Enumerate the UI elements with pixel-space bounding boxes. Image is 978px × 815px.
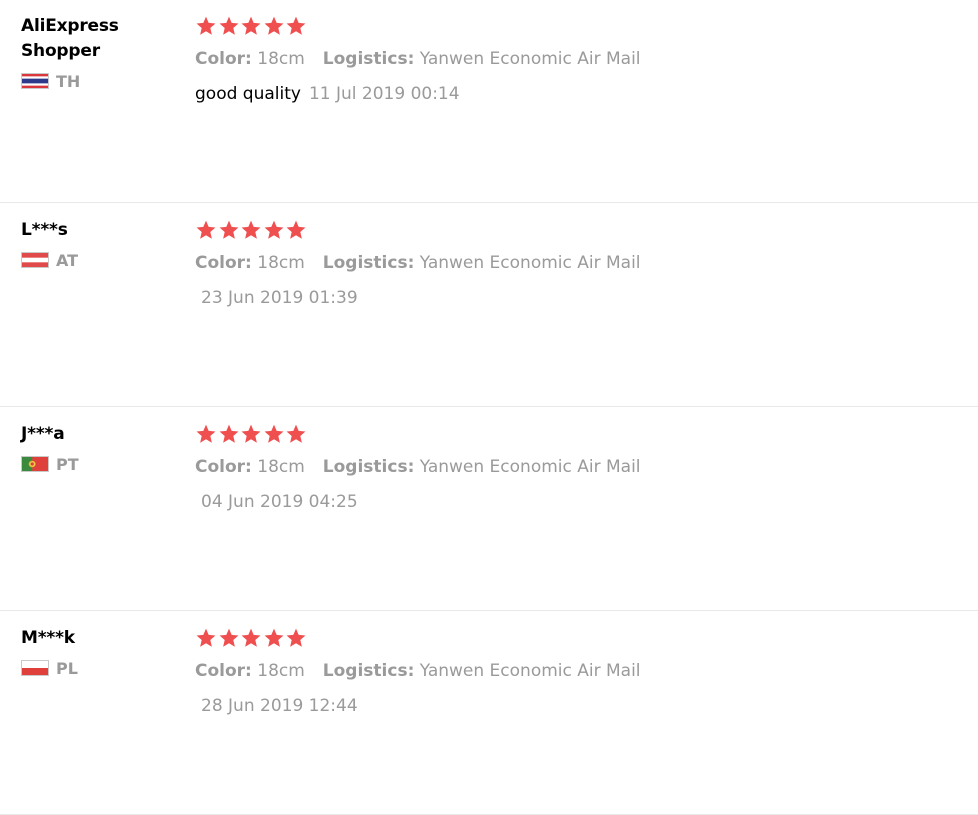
review-content: Color: 18cm Logistics: Yanwen Economic Ai… xyxy=(195,422,641,513)
reviewer-name: AliExpress Shopper xyxy=(21,14,181,64)
reviewer-info: M***k PL xyxy=(21,626,181,681)
review-item: J***a PT Color: 18cm Logistics: Yanwen Ec… xyxy=(0,408,978,611)
reviewer-name-line: L***s xyxy=(21,220,68,240)
star-icon xyxy=(219,16,238,35)
logistics-label: Logistics: xyxy=(322,457,415,477)
review-feedback: good quality 11 Jul 2019 00:14 xyxy=(195,83,641,105)
star-rating xyxy=(195,626,641,650)
review-attributes: Color: 18cm Logistics: Yanwen Economic Ai… xyxy=(195,252,641,274)
star-rating xyxy=(195,14,641,38)
logistics-label: Logistics: xyxy=(322,253,415,273)
star-icon xyxy=(241,424,261,443)
review-attributes: Color: 18cm Logistics: Yanwen Economic Ai… xyxy=(195,48,641,70)
star-icon xyxy=(219,424,238,443)
reviewer-country: PT xyxy=(21,451,181,477)
review-text: good quality xyxy=(195,84,301,104)
star-icon xyxy=(241,220,261,239)
star-icon xyxy=(264,220,283,239)
reviewer-name-line: M***k xyxy=(21,628,75,648)
review-divider xyxy=(0,406,978,407)
star-icon xyxy=(264,424,283,443)
color-label: Color: xyxy=(195,253,252,273)
color-label: Color: xyxy=(195,457,252,477)
review-content: Color: 18cm Logistics: Yanwen Economic Ai… xyxy=(195,626,641,717)
review-feedback: 28 Jun 2019 12:44 xyxy=(195,695,641,717)
star-icon xyxy=(196,16,216,35)
logistics-label: Logistics: xyxy=(322,661,415,681)
review-attributes: Color: 18cm Logistics: Yanwen Economic Ai… xyxy=(195,456,641,478)
country-code: PT xyxy=(56,454,79,474)
star-icon xyxy=(286,424,306,443)
review-item: AliExpress Shopper TH Color: 18cm Logisti… xyxy=(0,0,978,203)
star-icon xyxy=(286,220,306,239)
reviewer-country: PL xyxy=(21,655,181,681)
flag-th-icon xyxy=(21,73,49,89)
star-icon xyxy=(264,628,283,647)
logistics-value: Yanwen Economic Air Mail xyxy=(419,457,641,477)
color-label: Color: xyxy=(195,49,252,69)
color-value: 18cm xyxy=(257,49,305,69)
star-icon xyxy=(241,628,261,647)
color-value: 18cm xyxy=(257,253,305,273)
logistics-label: Logistics: xyxy=(322,49,415,69)
flag-pt-icon xyxy=(21,456,49,472)
review-content: Color: 18cm Logistics: Yanwen Economic Ai… xyxy=(195,14,641,105)
reviewer-name: M***k xyxy=(21,626,181,651)
reviewer-name: J***a xyxy=(21,422,181,447)
review-attributes: Color: 18cm Logistics: Yanwen Economic Ai… xyxy=(195,660,641,682)
logistics-value: Yanwen Economic Air Mail xyxy=(419,49,641,69)
country-code: PL xyxy=(56,658,78,678)
star-icon xyxy=(196,220,216,239)
review-divider xyxy=(0,202,978,203)
reviewer-info: L***s AT xyxy=(21,218,181,273)
star-icon xyxy=(241,16,261,35)
review-date: 28 Jun 2019 12:44 xyxy=(201,696,358,716)
star-icon xyxy=(264,16,283,35)
reviewer-name-line: AliExpress xyxy=(21,16,119,36)
reviewer-info: AliExpress Shopper TH xyxy=(21,14,181,94)
reviewer-country: AT xyxy=(21,247,181,273)
reviewer-name-line: J***a xyxy=(21,424,65,444)
color-value: 18cm xyxy=(257,457,305,477)
reviewer-name: L***s xyxy=(21,218,181,243)
review-divider xyxy=(0,610,978,611)
star-icon xyxy=(219,220,238,239)
star-icon xyxy=(286,16,306,35)
logistics-value: Yanwen Economic Air Mail xyxy=(419,253,641,273)
star-icon xyxy=(219,628,238,647)
color-label: Color: xyxy=(195,661,252,681)
reviewer-name-line: Shopper xyxy=(21,41,100,61)
star-icon xyxy=(286,628,306,647)
review-content: Color: 18cm Logistics: Yanwen Economic Ai… xyxy=(195,218,641,309)
star-icon xyxy=(196,424,216,443)
star-icon xyxy=(196,628,216,647)
logistics-value: Yanwen Economic Air Mail xyxy=(419,661,641,681)
review-date: 04 Jun 2019 04:25 xyxy=(201,492,358,512)
review-item: M***k PL Color: 18cm Logistics: Yanwen Ec… xyxy=(0,612,978,815)
flag-pl-icon xyxy=(21,660,49,676)
star-rating xyxy=(195,218,641,242)
star-rating xyxy=(195,422,641,446)
review-feedback: 04 Jun 2019 04:25 xyxy=(195,491,641,513)
country-code: AT xyxy=(56,250,79,270)
review-date: 23 Jun 2019 01:39 xyxy=(201,288,358,308)
flag-at-icon xyxy=(21,252,49,268)
reviewer-country: TH xyxy=(21,68,181,94)
review-date: 11 Jul 2019 00:14 xyxy=(308,84,460,104)
country-code: TH xyxy=(56,71,81,91)
review-feedback: 23 Jun 2019 01:39 xyxy=(195,287,641,309)
color-value: 18cm xyxy=(257,661,305,681)
reviewer-info: J***a PT xyxy=(21,422,181,477)
review-item: L***s AT Color: 18cm Logistics: Yanwen Ec… xyxy=(0,204,978,407)
